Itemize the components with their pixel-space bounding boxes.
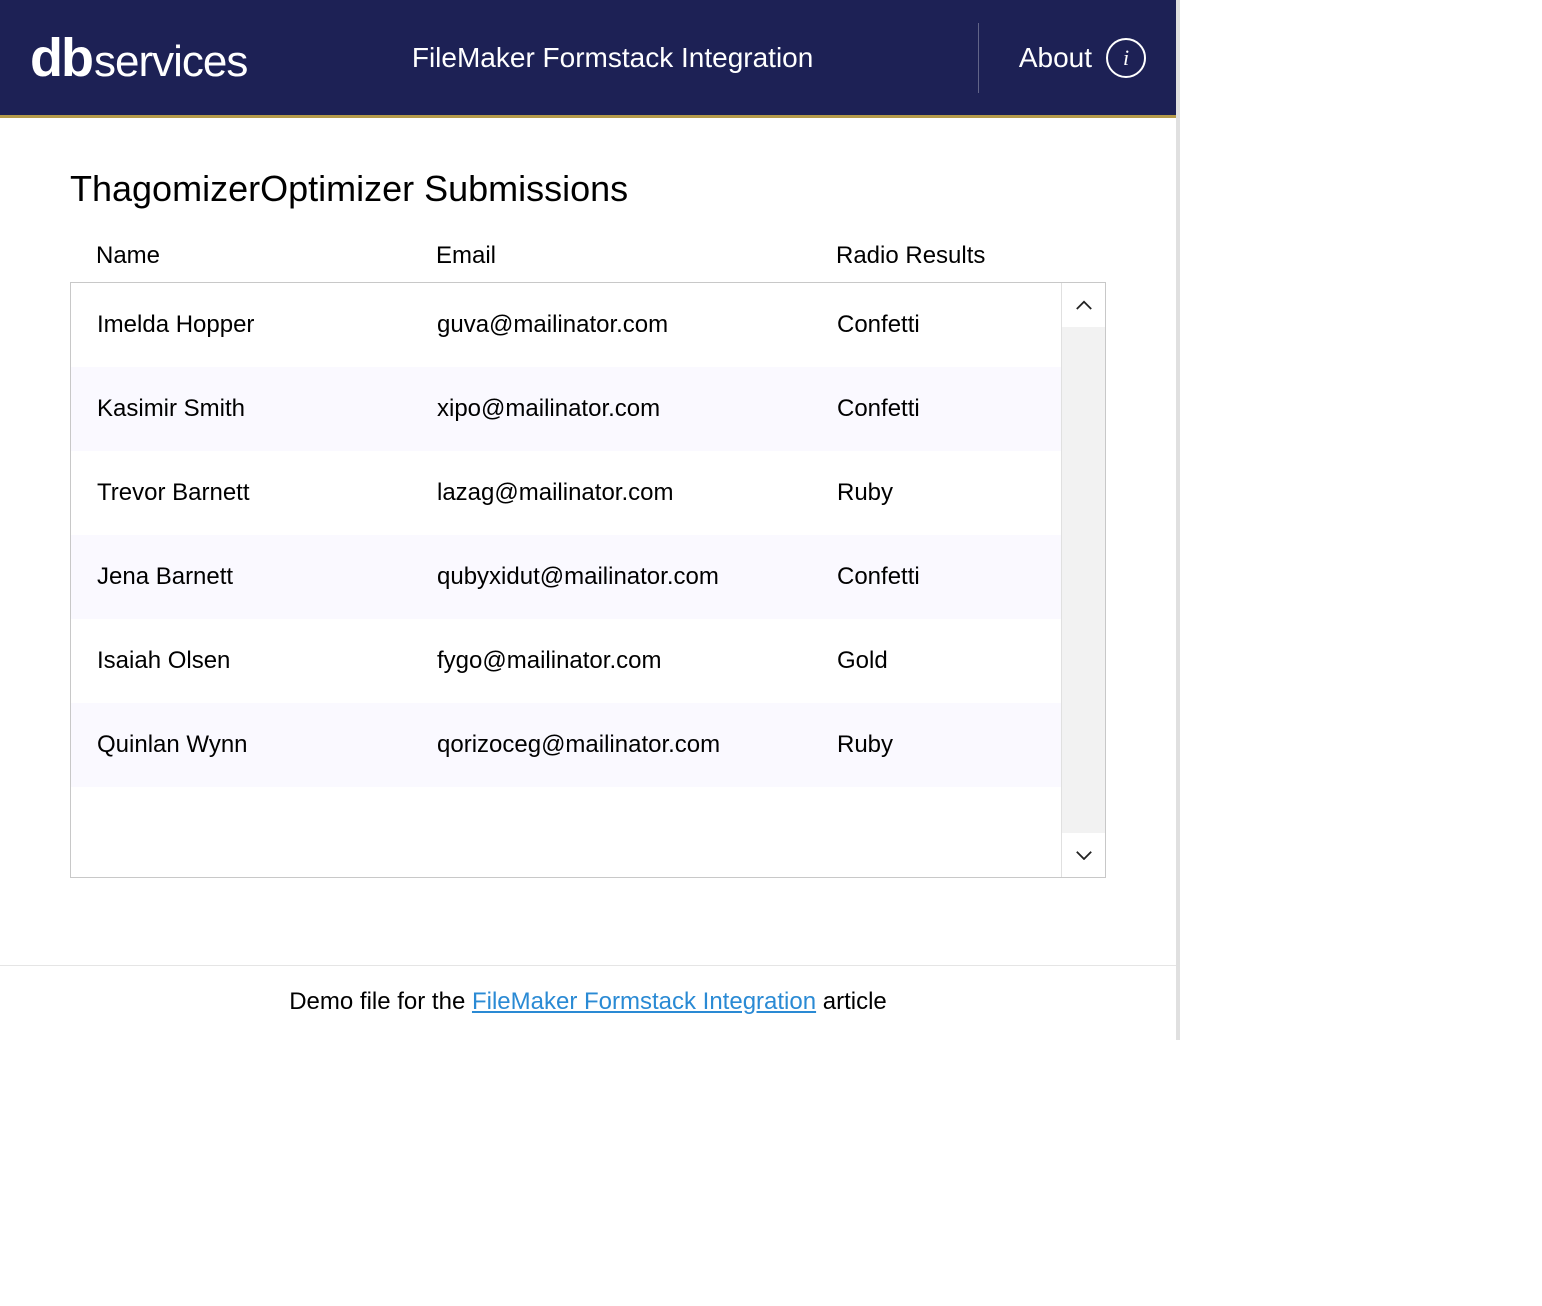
cell-email: xipo@mailinator.com	[437, 395, 837, 423]
about-button[interactable]: About i	[978, 23, 1146, 93]
header-bar: db services FileMaker Formstack Integrat…	[0, 0, 1176, 118]
scroll-up-button[interactable]	[1062, 283, 1105, 327]
cell-email: guva@mailinator.com	[437, 311, 837, 339]
content-area: ThagomizerOptimizer Submissions Name Ema…	[0, 118, 1176, 898]
cell-radio: Confetti	[837, 395, 1061, 423]
app-window: db services FileMaker Formstack Integrat…	[0, 0, 1180, 1040]
table-row[interactable]: Imelda Hopperguva@mailinator.comConfetti	[71, 283, 1061, 367]
table-frame: Imelda Hopperguva@mailinator.comConfetti…	[70, 282, 1106, 878]
cell-name: Kasimir Smith	[97, 395, 437, 423]
cell-email: qubyxidut@mailinator.com	[437, 563, 837, 591]
col-header-email: Email	[436, 242, 836, 270]
cell-radio: Confetti	[837, 563, 1061, 591]
table-row[interactable]: Trevor Barnettlazag@mailinator.comRuby	[71, 451, 1061, 535]
cell-email: fygo@mailinator.com	[437, 647, 837, 675]
cell-radio: Gold	[837, 647, 1061, 675]
cell-radio: Ruby	[837, 731, 1061, 759]
footer-suffix: article	[816, 988, 887, 1015]
footer-link[interactable]: FileMaker Formstack Integration	[472, 988, 816, 1015]
cell-email: qorizoceg@mailinator.com	[437, 731, 837, 759]
logo: db services	[30, 31, 247, 85]
table-body: Imelda Hopperguva@mailinator.comConfetti…	[71, 283, 1061, 877]
table-row[interactable]: Isaiah Olsenfygo@mailinator.comGold	[71, 619, 1061, 703]
table-header: Name Email Radio Results	[70, 242, 1106, 282]
col-header-name: Name	[96, 242, 436, 270]
table-row[interactable]: Quinlan Wynnqorizoceg@mailinator.comRuby	[71, 703, 1061, 787]
logo-rest: services	[94, 40, 247, 84]
scroll-down-button[interactable]	[1062, 833, 1105, 877]
table-row[interactable]: Kasimir Smithxipo@mailinator.comConfetti	[71, 367, 1061, 451]
footer-prefix: Demo file for the	[289, 988, 472, 1015]
cell-name: Isaiah Olsen	[97, 647, 437, 675]
header-title: FileMaker Formstack Integration	[247, 42, 977, 74]
logo-bold: db	[30, 31, 92, 85]
cell-name: Jena Barnett	[97, 563, 437, 591]
cell-name: Trevor Barnett	[97, 479, 437, 507]
chevron-down-icon	[1075, 850, 1093, 861]
table-row[interactable]: Jena Barnettqubyxidut@mailinator.comConf…	[71, 535, 1061, 619]
about-label: About	[1019, 42, 1092, 74]
footer: Demo file for the FileMaker Formstack In…	[0, 965, 1176, 1040]
page-title: ThagomizerOptimizer Submissions	[70, 168, 1106, 210]
scroll-track[interactable]	[1062, 327, 1105, 833]
cell-radio: Confetti	[837, 311, 1061, 339]
cell-radio: Ruby	[837, 479, 1061, 507]
vertical-scrollbar	[1061, 283, 1105, 877]
cell-name: Quinlan Wynn	[97, 731, 437, 759]
chevron-up-icon	[1075, 300, 1093, 311]
info-icon: i	[1106, 38, 1146, 78]
col-header-radio: Radio Results	[836, 242, 1106, 270]
cell-email: lazag@mailinator.com	[437, 479, 837, 507]
cell-name: Imelda Hopper	[97, 311, 437, 339]
